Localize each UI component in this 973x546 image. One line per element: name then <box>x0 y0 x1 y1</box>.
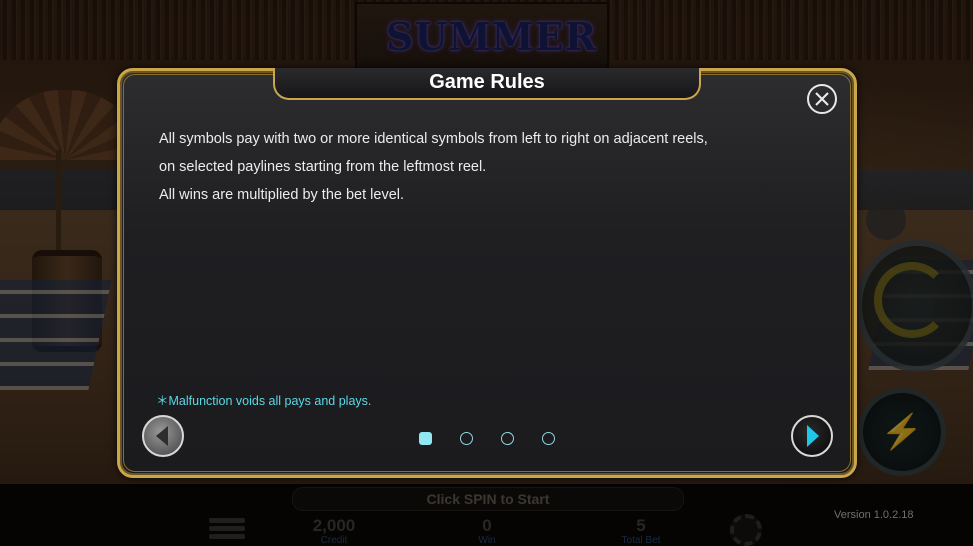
rule-line: All symbols pay with two or more identic… <box>159 131 708 147</box>
rule-line: on selected paylines starting from the l… <box>159 159 487 175</box>
malfunction-note: ＊Malfunction voids all pays and plays. <box>156 394 372 408</box>
page-dot[interactable] <box>460 432 473 445</box>
page-dot[interactable] <box>542 432 555 445</box>
close-button[interactable] <box>807 84 837 114</box>
arrow-left-icon <box>156 426 168 446</box>
next-page-button[interactable] <box>791 415 833 457</box>
previous-page-button[interactable] <box>142 415 184 457</box>
page-dot[interactable] <box>501 432 514 445</box>
arrow-right-icon <box>807 425 819 447</box>
dialog-title: Game Rules <box>429 71 545 93</box>
rule-line: All wins are multiplied by the bet level… <box>159 187 405 203</box>
page-dot[interactable] <box>419 432 432 445</box>
close-icon <box>815 92 829 106</box>
rules-text: All symbols pay with two or more identic… <box>159 125 799 209</box>
dialog-title-tab: Game Rules <box>273 68 701 100</box>
